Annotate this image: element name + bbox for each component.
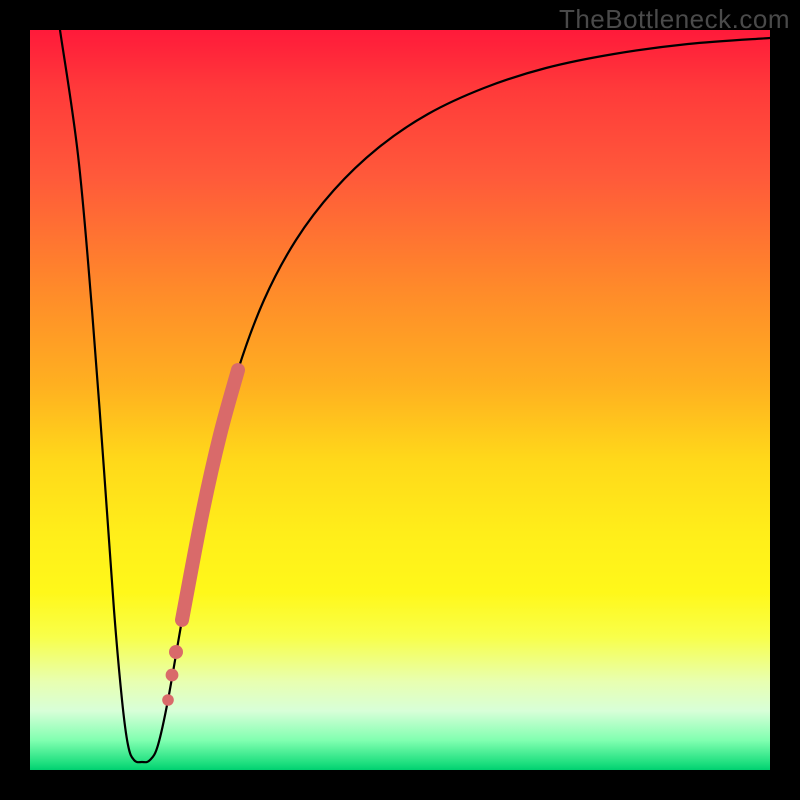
bottleneck-curve xyxy=(60,30,770,762)
plot-area xyxy=(30,30,770,770)
highlight-segment xyxy=(182,370,238,620)
highlight-dot xyxy=(166,669,179,682)
highlight-dots xyxy=(162,645,183,706)
watermark-text: TheBottleneck.com xyxy=(559,4,790,35)
highlight-dot xyxy=(162,694,174,706)
chart-container: TheBottleneck.com xyxy=(0,0,800,800)
highlight-dot xyxy=(169,645,183,659)
curve-svg xyxy=(30,30,770,770)
